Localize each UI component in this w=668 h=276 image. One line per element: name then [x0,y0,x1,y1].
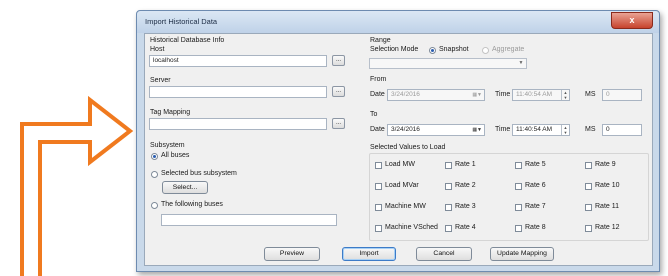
all-buses-radio[interactable] [151,153,158,160]
aggregate-radio[interactable] [482,47,489,54]
from-date-field[interactable]: 3/24/2016 ▦▼ [387,89,485,101]
to-date-field[interactable]: 3/24/2016 ▦▼ [387,124,485,136]
time-spinner-icon[interactable]: ▲ ▼ [561,125,569,135]
chevron-down-icon: ▼ [518,60,524,66]
aggregate-combo[interactable]: ▼ [369,58,527,69]
close-button[interactable]: x [611,12,653,29]
rate-8-checkbox[interactable] [515,225,522,232]
to-ms-field[interactable]: 0 [602,124,642,136]
aggregate-label: Aggregate [492,46,525,53]
rate-12-label: Rate 12 [595,224,620,231]
bent-arrow-icon [20,95,134,276]
rate-6-label: Rate 6 [525,182,546,189]
title-bar[interactable]: Import Historical Data x [137,11,659,33]
rate-5-checkbox[interactable] [515,162,522,169]
load-mw-checkbox[interactable] [375,162,382,169]
host-field[interactable]: localhost [149,55,327,67]
rate-5-label: Rate 5 [525,161,546,168]
host-label: Host [150,46,165,53]
from-time-value: 11:40:54 AM [516,91,553,98]
machine-mw-label: Machine MW [385,203,426,210]
from-ms-field[interactable]: 0 [602,89,642,101]
to-ms-label: MS [585,126,596,133]
cancel-button[interactable]: Cancel [416,247,472,261]
from-time-field[interactable]: 11:40:54 AM ▲ ▼ [512,89,570,101]
from-date-value: 3/24/2016 [391,91,420,98]
selection-mode-label: Selection Mode [370,46,419,53]
following-buses-label: The following buses [161,201,223,208]
from-label: From [370,76,387,83]
range-heading: Range [370,37,391,44]
rate-4-checkbox[interactable] [445,225,452,232]
snapshot-label: Snapshot [439,46,469,53]
import-button[interactable]: Import [342,247,396,261]
rate-11-checkbox[interactable] [585,204,592,211]
db-info-heading: Historical Database Info [150,37,225,44]
rate-2-label: Rate 2 [455,182,476,189]
rate-10-label: Rate 10 [595,182,620,189]
rate-11-label: Rate 11 [595,203,619,210]
following-buses-radio[interactable] [151,202,158,209]
snapshot-radio[interactable] [429,47,436,54]
server-label: Server [150,77,171,84]
host-browse-button[interactable]: ... [332,55,345,66]
preview-button[interactable]: Preview [264,247,320,261]
rate-4-label: Rate 4 [455,224,476,231]
rate-3-checkbox[interactable] [445,204,452,211]
update-mapping-button[interactable]: Update Mapping [490,247,554,261]
to-time-value: 11:40:54 AM [516,126,553,133]
to-time-label: Time [495,126,511,133]
tag-mapping-label: Tag Mapping [150,109,191,116]
server-browse-button[interactable]: ... [332,86,345,97]
to-date-label: Date [370,126,385,133]
tag-mapping-field[interactable] [149,118,327,130]
dialog-title: Import Historical Data [145,17,218,26]
from-time-label: Time [495,91,511,98]
values-heading: Selected Values to Load [370,144,446,151]
rate-7-checkbox[interactable] [515,204,522,211]
from-date-label: Date [370,91,385,98]
rate-10-checkbox[interactable] [585,183,592,190]
rate-3-label: Rate 3 [455,203,476,210]
rate-6-checkbox[interactable] [515,183,522,190]
selected-bus-subsystem-radio[interactable] [151,171,158,178]
calendar-dropdown-icon[interactable]: ▦▼ [472,125,482,135]
to-date-value: 3/24/2016 [391,126,420,133]
to-label: To [370,111,378,118]
calendar-dropdown-icon[interactable]: ▦▼ [472,90,482,100]
to-time-field[interactable]: 11:40:54 AM ▲ ▼ [512,124,570,136]
server-field[interactable] [149,86,327,98]
rate-9-label: Rate 9 [595,161,616,168]
selected-bus-subsystem-label: Selected bus subsystem [161,170,237,177]
following-buses-field[interactable] [161,214,337,226]
rate-1-checkbox[interactable] [445,162,452,169]
time-spinner-icon[interactable]: ▲ ▼ [561,90,569,100]
rate-1-label: Rate 1 [455,161,476,168]
machine-mw-checkbox[interactable] [375,204,382,211]
rate-12-checkbox[interactable] [585,225,592,232]
machine-vsched-label: Machine VSched [385,224,438,231]
rate-8-label: Rate 8 [525,224,546,231]
load-mvar-label: Load MVar [385,182,419,189]
select-button[interactable]: Select... [162,181,208,194]
all-buses-label: All buses [161,152,190,159]
rate-7-label: Rate 7 [525,203,546,210]
rate-9-checkbox[interactable] [585,162,592,169]
tag-mapping-browse-button[interactable]: ... [332,118,345,129]
dialog-body: Historical Database Info Host localhost … [144,33,653,266]
load-mvar-checkbox[interactable] [375,183,382,190]
import-dialog: Import Historical Data x Historical Data… [136,10,660,272]
subsystem-heading: Subsystem [150,142,185,149]
from-ms-label: MS [585,91,596,98]
rate-2-checkbox[interactable] [445,183,452,190]
machine-vsched-checkbox[interactable] [375,225,382,232]
load-mw-label: Load MW [385,161,415,168]
